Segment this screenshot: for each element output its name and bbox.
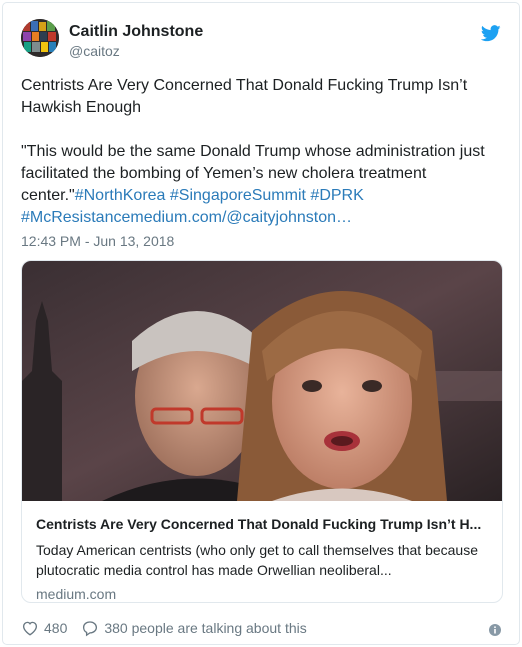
avatar-image — [21, 19, 59, 57]
hashtag-link[interactable]: #NorthKorea — [75, 187, 166, 204]
link-preview-card[interactable]: Centrists Are Very Concerned That Donald… — [21, 260, 503, 603]
card-description: Today American centrists (who only get t… — [36, 540, 488, 580]
reply-button[interactable]: 380 people are talking about this — [81, 619, 307, 637]
twitter-bird-icon[interactable] — [481, 25, 501, 42]
timestamp[interactable]: 12:43 PM - Jun 13, 2018 — [21, 233, 174, 249]
card-body: Centrists Are Very Concerned That Donald… — [22, 501, 502, 602]
card-title[interactable]: Centrists Are Very Concerned That Donald… — [36, 515, 488, 533]
user-handle[interactable]: @caitoz — [69, 43, 120, 59]
tweet-line: "This would be the same Donald Trump who… — [21, 143, 485, 160]
replies-text: 380 people are talking about this — [104, 620, 307, 636]
action-bar: 480 380 people are talking about this — [21, 618, 307, 638]
tweet-line: Hawkish Enough — [21, 99, 142, 116]
tweet-line: facilitated the bombing of Yemen’s new c… — [21, 165, 427, 182]
card-image[interactable] — [22, 261, 502, 501]
tweet-line: #McResistancemedium.com/@caityjohnston… — [21, 207, 501, 229]
avatar[interactable] — [21, 19, 59, 57]
tweet-line: Centrists Are Very Concerned That Donald… — [21, 77, 468, 94]
hashtag-link[interactable]: #McResistance — [21, 209, 130, 226]
heart-icon — [22, 621, 38, 636]
tweet-text: Centrists Are Very Concerned That Donald… — [21, 75, 501, 229]
hashtag-link[interactable]: #DPRK — [310, 187, 363, 204]
like-button[interactable]: 480 — [21, 619, 81, 637]
hashtag-link[interactable]: #SingaporeSummit — [170, 187, 306, 204]
tweet-line: center."#NorthKorea #SingaporeSummit #DP… — [21, 185, 501, 207]
card-domain: medium.com — [36, 586, 117, 602]
tweet-text-fragment: center." — [21, 187, 75, 204]
card-description-line: plutocratic media control has made Orwel… — [36, 562, 392, 578]
tweet-card: Caitlin Johnstone @caitoz Centrists Are … — [2, 2, 520, 645]
info-icon[interactable] — [489, 624, 501, 636]
speech-bubble-icon — [83, 621, 98, 637]
card-description-line: Today American centrists (who only get t… — [36, 542, 478, 558]
like-count: 480 — [44, 620, 68, 636]
url-link[interactable]: medium.com/@caityjohnston… — [130, 209, 352, 226]
display-name[interactable]: Caitlin Johnstone — [69, 23, 203, 41]
